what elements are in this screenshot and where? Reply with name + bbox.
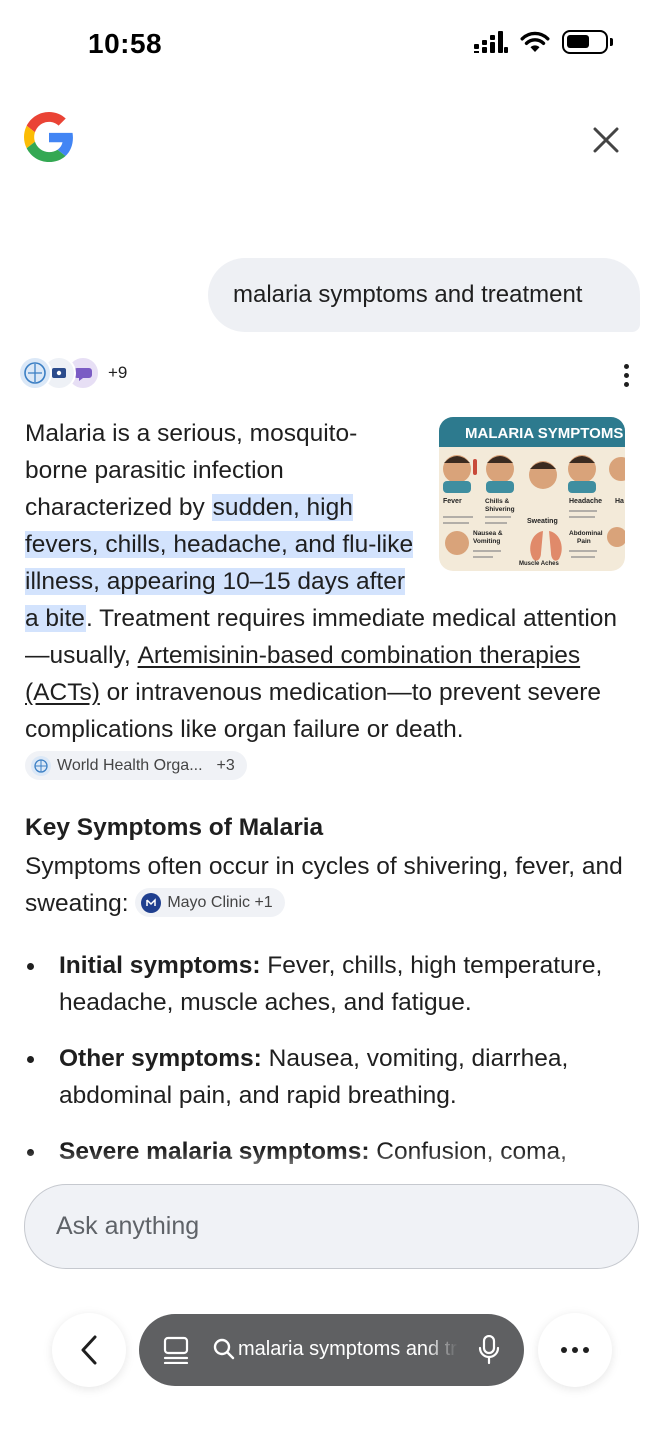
svg-text:Shivering: Shivering [485,506,515,513]
sources-button[interactable]: +9 [18,356,127,390]
signal-icon [474,31,508,53]
malaria-symptoms-image[interactable]: MALARIA SYMPTOMS Fever Chills & Shiverin… [439,417,625,571]
ask-input[interactable]: Ask anything [24,1184,639,1269]
svg-text:Sweating: Sweating [527,518,558,525]
who-icon [31,755,51,776]
status-time: 10:58 [88,28,163,59]
ai-answer: MALARIA SYMPTOMS Fever Chills & Shiverin… [25,415,625,785]
svg-text:Chills &: Chills & [485,498,510,505]
answer-end: or intravenous medication—to prevent sev… [25,679,602,743]
svg-text:Pain: Pain [577,538,591,545]
close-icon [593,127,619,153]
section-heading: Key Symptoms of Malaria [25,814,324,841]
back-button[interactable] [52,1313,126,1387]
source-chip-who[interactable]: World Health Orga... +3 [25,751,247,781]
chevron-left-icon [81,1335,97,1365]
source-chip-label: Mayo Clinic +1 [167,894,273,912]
svg-text:Ha: Ha [615,498,624,505]
status-icons [474,30,613,54]
search-pill[interactable]: malaria symptoms and treatment [139,1314,524,1386]
source-chip-label: World Health Orga... [57,757,203,775]
source-chip-mayo[interactable]: Mayo Clinic +1 [135,888,285,918]
google-logo [24,112,73,162]
mic-icon[interactable] [478,1335,500,1365]
sources-count: +9 [108,363,128,382]
svg-text:Vomiting: Vomiting [473,538,500,545]
wifi-icon [520,31,550,52]
list-item: Other symptoms: Nausea, vomiting, diarrh… [25,1040,635,1114]
overflow-menu-button[interactable] [538,1313,612,1387]
source-chip-more: +3 [216,757,235,775]
svg-text:MALARIA SYMPTOMS: MALARIA SYMPTOMS [465,425,623,442]
more-options-button[interactable] [612,360,640,390]
ask-placeholder: Ask anything [56,1212,200,1240]
list-item: Initial symptoms: Fever, chills, high te… [25,947,635,1021]
search-pill-text: malaria symptoms and treatment [238,1338,458,1360]
who-icon [18,356,52,390]
section-text: Symptoms often occur in cycles of shiver… [25,848,635,922]
tabs-icon[interactable] [163,1336,189,1364]
svg-text:Headache: Headache [569,498,602,505]
svg-text:Muscle Aches: Muscle Aches [519,561,559,567]
mayo-clinic-icon [141,892,162,913]
svg-text:Abdominal: Abdominal [569,530,603,537]
svg-text:Nausea &: Nausea & [473,530,503,537]
battery-icon [562,30,613,54]
search-icon [213,1338,235,1360]
close-button[interactable] [586,120,626,160]
svg-text:Fever: Fever [443,498,462,505]
user-query-bubble: malaria symptoms and treatment [208,258,640,332]
section-intro: Symptoms often occur in cycles of shiver… [25,853,623,917]
